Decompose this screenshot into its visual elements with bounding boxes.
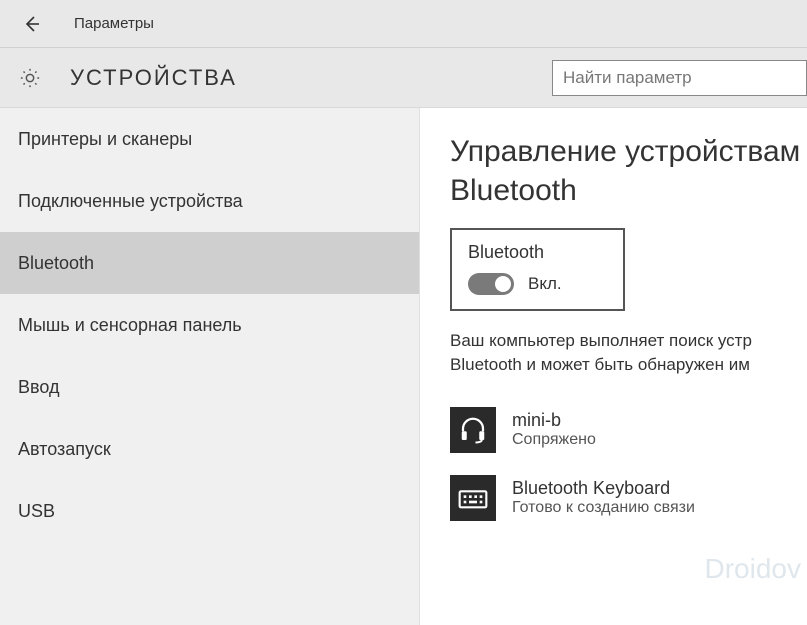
sidebar-item-label: Bluetooth bbox=[18, 253, 94, 274]
device-item[interactable]: mini-b Сопряжено bbox=[450, 407, 807, 453]
headset-icon bbox=[450, 407, 496, 453]
bluetooth-toggle[interactable] bbox=[468, 273, 514, 295]
sidebar-item-typing[interactable]: Ввод bbox=[0, 356, 419, 418]
sidebar-item-bluetooth[interactable]: Bluetooth bbox=[0, 232, 419, 294]
body: Принтеры и сканеры Подключенные устройст… bbox=[0, 108, 807, 625]
device-name: Bluetooth Keyboard bbox=[512, 478, 695, 499]
device-status: Готово к созданию связи bbox=[512, 499, 695, 517]
device-item[interactable]: Bluetooth Keyboard Готово к созданию свя… bbox=[450, 475, 807, 521]
device-status: Сопряжено bbox=[512, 431, 596, 449]
sidebar: Принтеры и сканеры Подключенные устройст… bbox=[0, 108, 420, 625]
device-list: mini-b Сопряжено bbox=[450, 407, 807, 521]
content-pane: Управление устройствам Bluetooth Bluetoo… bbox=[420, 108, 807, 625]
page-title: Управление устройствам Bluetooth bbox=[450, 132, 807, 210]
device-info: Bluetooth Keyboard Готово к созданию свя… bbox=[512, 478, 695, 517]
header: УСТРОЙСТВА bbox=[0, 48, 807, 108]
watermark: Droidov bbox=[705, 553, 801, 585]
arrow-left-icon bbox=[22, 14, 42, 34]
sidebar-item-printers[interactable]: Принтеры и сканеры bbox=[0, 108, 419, 170]
section-title: УСТРОЙСТВА bbox=[70, 65, 237, 91]
sidebar-item-usb[interactable]: USB bbox=[0, 480, 419, 542]
toggle-row: Вкл. bbox=[468, 273, 607, 295]
sidebar-item-label: Подключенные устройства bbox=[18, 191, 243, 212]
heading-line-1: Управление устройствам bbox=[450, 135, 800, 168]
toggle-state-label: Вкл. bbox=[528, 274, 562, 294]
device-name: mini-b bbox=[512, 410, 596, 431]
desc-line-2: Bluetooth и может быть обнаружен им bbox=[450, 355, 750, 374]
search-input[interactable] bbox=[552, 60, 807, 96]
sidebar-item-label: Мышь и сенсорная панель bbox=[18, 315, 242, 336]
sidebar-item-connected-devices[interactable]: Подключенные устройства bbox=[0, 170, 419, 232]
sidebar-item-label: Автозапуск bbox=[18, 439, 111, 460]
keyboard-icon bbox=[450, 475, 496, 521]
sidebar-item-label: Принтеры и сканеры bbox=[18, 129, 192, 150]
heading-line-2: Bluetooth bbox=[450, 174, 577, 207]
sidebar-item-label: Ввод bbox=[18, 377, 59, 398]
description-text: Ваш компьютер выполняет поиск устр Bluet… bbox=[450, 329, 807, 377]
window-title: Параметры bbox=[74, 15, 154, 32]
gear-icon bbox=[18, 66, 42, 90]
toggle-label: Bluetooth bbox=[468, 242, 607, 263]
sidebar-item-mouse[interactable]: Мышь и сенсорная панель bbox=[0, 294, 419, 356]
titlebar: Параметры bbox=[0, 0, 807, 48]
sidebar-item-label: USB bbox=[18, 501, 55, 522]
device-info: mini-b Сопряжено bbox=[512, 410, 596, 449]
toggle-knob bbox=[495, 276, 511, 292]
back-button[interactable] bbox=[18, 10, 46, 38]
bluetooth-toggle-box: Bluetooth Вкл. bbox=[450, 228, 625, 311]
sidebar-item-autoplay[interactable]: Автозапуск bbox=[0, 418, 419, 480]
desc-line-1: Ваш компьютер выполняет поиск устр bbox=[450, 331, 752, 350]
